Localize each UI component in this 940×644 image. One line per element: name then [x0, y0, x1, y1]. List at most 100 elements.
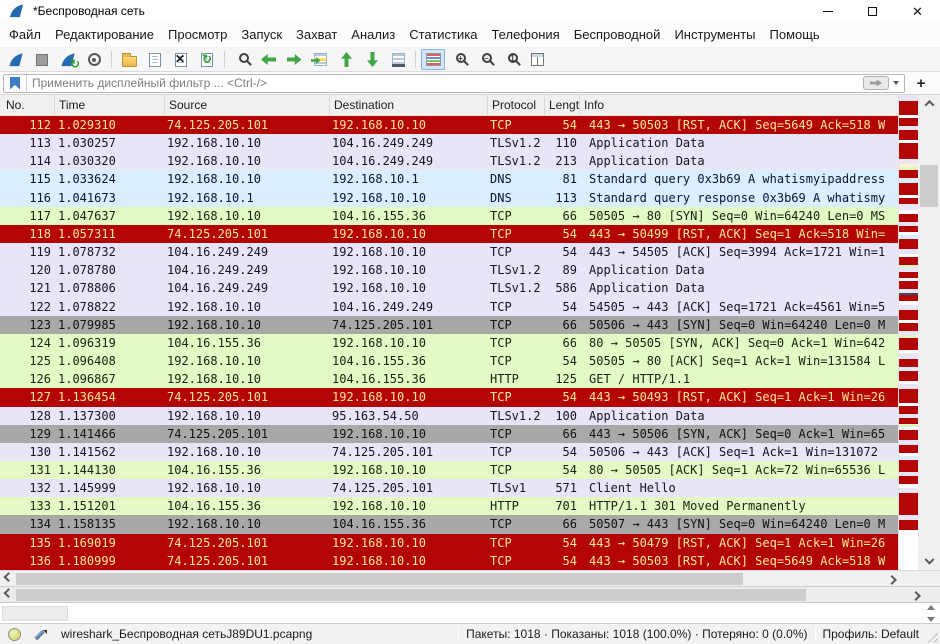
- restart-capture-button[interactable]: ↻: [56, 49, 80, 70]
- auto-scroll-button[interactable]: [386, 49, 410, 70]
- cell-src: 192.168.10.10: [165, 443, 330, 461]
- column-header-len[interactable]: Length: [545, 95, 580, 115]
- packet-row-131[interactable]: 1311.144130104.16.155.36192.168.10.10TCP…: [0, 461, 898, 479]
- pane-scroll-left-button[interactable]: [0, 587, 16, 602]
- scroll-down-button[interactable]: [918, 554, 940, 570]
- reload-file-button[interactable]: ↻: [195, 49, 219, 70]
- columns-icon: [531, 53, 544, 66]
- close-file-button[interactable]: ✕: [169, 49, 193, 70]
- menu-wireless[interactable]: Беспроводной: [567, 23, 668, 46]
- menu-file[interactable]: Файл: [2, 23, 48, 46]
- pane-hscrollbar[interactable]: [0, 586, 922, 602]
- minimize-button[interactable]: [805, 0, 850, 22]
- packet-row-112[interactable]: 1121.02931074.125.205.101192.168.10.10TC…: [0, 116, 898, 134]
- find-packet-button[interactable]: [230, 49, 254, 70]
- display-filter-input[interactable]: Применить дисплейный фильтр ... <Ctrl-/>: [3, 74, 905, 93]
- save-file-button[interactable]: [143, 49, 167, 70]
- packet-row-127[interactable]: 1271.13645474.125.205.101192.168.10.10TC…: [0, 388, 898, 406]
- packet-row-126[interactable]: 1261.096867192.168.10.10104.16.155.36HTT…: [0, 370, 898, 388]
- pane-hscroll-thumb[interactable]: [16, 589, 806, 601]
- packet-row-124[interactable]: 1241.096319104.16.155.36192.168.10.10TCP…: [0, 334, 898, 352]
- column-header-proto[interactable]: Protocol: [488, 95, 545, 115]
- packet-row-136[interactable]: 1361.18099974.125.205.101192.168.10.10TC…: [0, 552, 898, 570]
- cell-len: 89: [545, 261, 580, 279]
- packet-row-132[interactable]: 1321.145999192.168.10.1074.125.205.101TL…: [0, 479, 898, 497]
- go-forward-button[interactable]: [282, 49, 306, 70]
- menu-go[interactable]: Запуск: [234, 23, 289, 46]
- packet-row-113[interactable]: 1131.030257192.168.10.10104.16.249.249TL…: [0, 134, 898, 152]
- packet-row-116[interactable]: 1161.041673192.168.10.1192.168.10.10DNS1…: [0, 189, 898, 207]
- menu-help[interactable]: Помощь: [763, 23, 827, 46]
- profile-label[interactable]: Профиль: Default: [823, 627, 920, 641]
- packet-row-134[interactable]: 1341.158135192.168.10.10104.16.155.36TCP…: [0, 515, 898, 533]
- colorize-icon: [426, 53, 441, 66]
- cell-no: 114: [0, 152, 55, 170]
- go-to-packet-button[interactable]: [308, 49, 332, 70]
- zoom-out-button[interactable]: −: [473, 49, 497, 70]
- capture-comment-icon[interactable]: [33, 627, 47, 641]
- resize-columns-button[interactable]: [525, 49, 549, 70]
- column-header-info[interactable]: Info: [580, 95, 898, 115]
- packet-row-129[interactable]: 1291.14146674.125.205.101192.168.10.10TC…: [0, 425, 898, 443]
- cell-time: 1.137300: [55, 407, 165, 425]
- column-header-src[interactable]: Source: [165, 95, 330, 115]
- packet-row-123[interactable]: 1231.079985192.168.10.1074.125.205.101TC…: [0, 316, 898, 334]
- menu-analyze[interactable]: Анализ: [344, 23, 402, 46]
- filter-bookmark-button[interactable]: [4, 75, 27, 92]
- packet-row-118[interactable]: 1181.05731174.125.205.101192.168.10.10TC…: [0, 225, 898, 243]
- menu-statistics[interactable]: Статистика: [402, 23, 484, 46]
- go-first-packet-button[interactable]: [334, 49, 358, 70]
- menu-telephony[interactable]: Телефония: [484, 23, 566, 46]
- apply-filter-button[interactable]: [863, 76, 889, 90]
- column-header-dst[interactable]: Destination: [330, 95, 488, 115]
- vertical-scroll-thumb[interactable]: [920, 165, 938, 207]
- packet-row-114[interactable]: 1141.030320192.168.10.10104.16.249.249TL…: [0, 152, 898, 170]
- packet-row-125[interactable]: 1251.096408192.168.10.10104.16.155.36TCP…: [0, 352, 898, 370]
- pane-mini-scrollbar[interactable]: [925, 605, 936, 622]
- minimap-stripe: [899, 476, 918, 484]
- packet-row-115[interactable]: 1151.033624192.168.10.10192.168.10.1DNS8…: [0, 170, 898, 188]
- hscroll-thumb[interactable]: [16, 573, 743, 585]
- close-button[interactable]: ✕: [895, 0, 940, 22]
- menu-bar: ФайлРедактированиеПросмотрЗапускЗахватАн…: [0, 22, 940, 48]
- resize-grip[interactable]: [927, 632, 938, 643]
- packet-row-120[interactable]: 1201.078780104.16.249.249192.168.10.10TL…: [0, 261, 898, 279]
- packet-row-133[interactable]: 1331.151201104.16.155.36192.168.10.10HTT…: [0, 497, 898, 515]
- add-filter-button[interactable]: +: [911, 75, 931, 92]
- cell-time: 1.078806: [55, 279, 165, 297]
- stop-capture-button[interactable]: [30, 49, 54, 70]
- filter-dropdown-caret[interactable]: [893, 81, 899, 85]
- column-header-time[interactable]: Time: [55, 95, 165, 115]
- colorize-packets-button[interactable]: [421, 49, 445, 70]
- go-back-button[interactable]: [256, 49, 280, 70]
- expert-info-button[interactable]: [8, 628, 21, 641]
- menu-edit[interactable]: Редактирование: [48, 23, 161, 46]
- column-header-no[interactable]: No.: [0, 95, 55, 115]
- packet-row-117[interactable]: 1171.047637192.168.10.10104.16.155.36TCP…: [0, 207, 898, 225]
- capture-options-button[interactable]: [82, 49, 106, 70]
- packet-row-135[interactable]: 1351.16901974.125.205.101192.168.10.10TC…: [0, 534, 898, 552]
- vertical-scrollbar[interactable]: [918, 95, 940, 570]
- go-last-packet-button[interactable]: [360, 49, 384, 70]
- start-capture-button[interactable]: [4, 49, 28, 70]
- packet-row-122[interactable]: 1221.078822192.168.10.10104.16.249.249TC…: [0, 298, 898, 316]
- cell-time: 1.136454: [55, 388, 165, 406]
- open-file-button[interactable]: [117, 49, 141, 70]
- menu-tools[interactable]: Инструменты: [667, 23, 762, 46]
- packet-list-hscrollbar[interactable]: [0, 570, 898, 586]
- menu-capture[interactable]: Захват: [289, 23, 344, 46]
- packet-minimap[interactable]: [898, 95, 918, 570]
- packet-row-128[interactable]: 1281.137300192.168.10.1095.163.54.50TLSv…: [0, 407, 898, 425]
- menu-view[interactable]: Просмотр: [161, 23, 234, 46]
- scroll-right-button[interactable]: [882, 571, 898, 586]
- packet-row-121[interactable]: 1211.078806104.16.249.249192.168.10.10TL…: [0, 279, 898, 297]
- cell-info: Application Data: [580, 261, 898, 279]
- pane-scroll-right-button[interactable]: [906, 587, 922, 602]
- scroll-left-button[interactable]: [0, 571, 16, 586]
- maximize-button[interactable]: [850, 0, 895, 22]
- zoom-in-button[interactable]: +: [447, 49, 471, 70]
- scroll-up-button[interactable]: [918, 95, 940, 111]
- packet-row-130[interactable]: 1301.141562192.168.10.1074.125.205.101TC…: [0, 443, 898, 461]
- zoom-normal-button[interactable]: 1: [499, 49, 523, 70]
- packet-row-119[interactable]: 1191.078732104.16.249.249192.168.10.10TC…: [0, 243, 898, 261]
